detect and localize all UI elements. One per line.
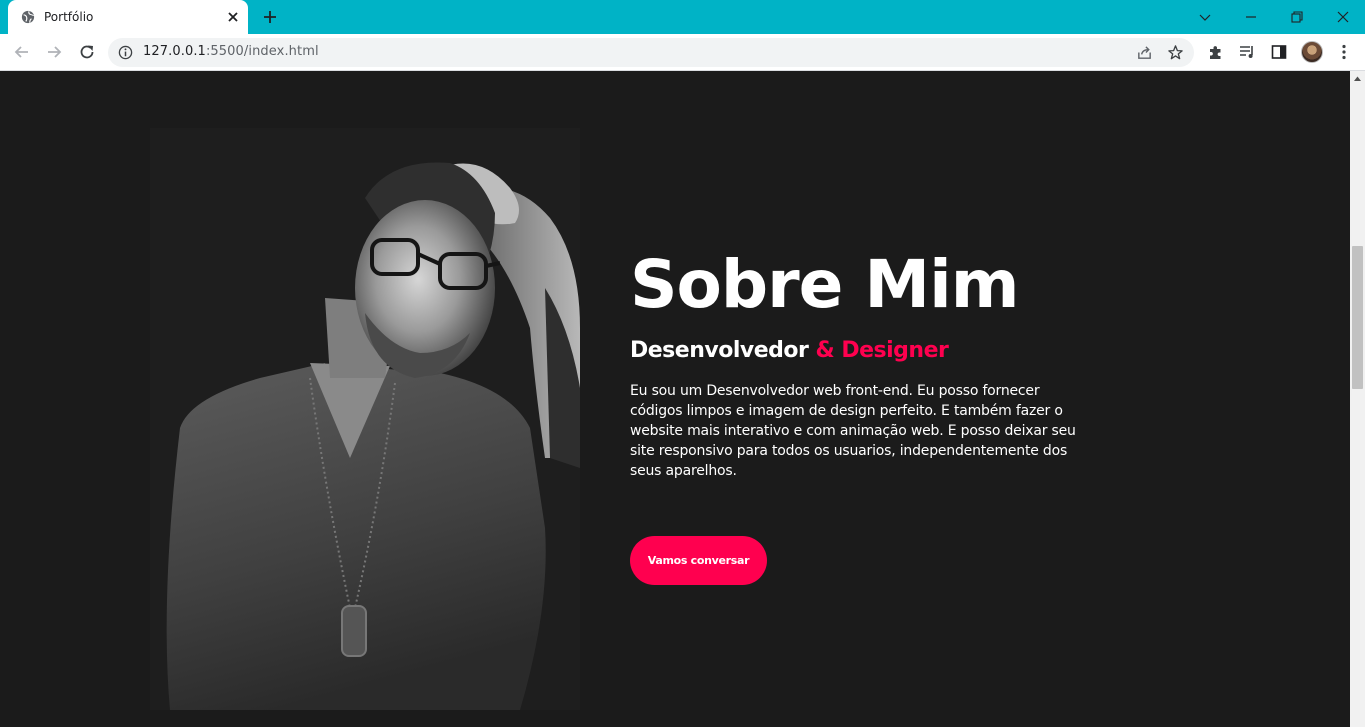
plus-icon[interactable] xyxy=(262,9,278,25)
address-url[interactable]: 127.0.0.1:5500/index.html xyxy=(143,44,319,59)
page-scrollbar[interactable] xyxy=(1350,71,1365,727)
minimize-icon[interactable] xyxy=(1240,6,1262,28)
subtitle-main: Desenvolvedor xyxy=(630,338,809,363)
back-arrow-icon[interactable] xyxy=(12,42,32,62)
globe-icon xyxy=(21,10,35,24)
extensions-icon[interactable] xyxy=(1207,43,1225,61)
subtitle-accent: & Designer xyxy=(808,338,949,363)
side-panel-icon[interactable] xyxy=(1270,43,1288,61)
contact-button[interactable]: Vamos conversar xyxy=(630,536,767,585)
address-path: :5500/index.html xyxy=(205,44,319,59)
restore-icon[interactable] xyxy=(1286,6,1308,28)
forward-arrow-icon[interactable] xyxy=(44,42,64,62)
about-section: Sobre Mim Desenvolvedor & Designer Eu so… xyxy=(630,241,1090,481)
share-icon[interactable] xyxy=(1136,44,1153,61)
about-heading: Sobre Mim xyxy=(630,246,1019,323)
tab-title: Portfólio xyxy=(44,10,94,24)
scroll-up-arrow-icon[interactable] xyxy=(1353,74,1362,83)
profile-avatar[interactable] xyxy=(1301,41,1323,63)
window-close-icon[interactable] xyxy=(1332,6,1354,28)
page-viewport: Sobre Mim Desenvolvedor & Designer Eu so… xyxy=(0,71,1350,727)
scrollbar-thumb[interactable] xyxy=(1352,246,1363,389)
browser-tab[interactable]: Portfólio xyxy=(8,0,248,34)
browser-titlebar: Portfólio xyxy=(0,0,1365,34)
chevron-down-icon[interactable] xyxy=(1194,6,1216,28)
about-description: Eu sou um Desenvolvedor web front-end. E… xyxy=(630,383,1076,479)
address-bar[interactable]: 127.0.0.1:5500/index.html xyxy=(108,38,1194,67)
media-icon[interactable] xyxy=(1238,43,1256,61)
about-subtitle: Desenvolvedor & Designer xyxy=(630,337,1090,365)
star-icon[interactable] xyxy=(1167,44,1184,61)
profile-photo xyxy=(150,128,580,710)
info-icon[interactable] xyxy=(118,45,133,60)
browser-toolbar: 127.0.0.1:5500/index.html xyxy=(0,34,1365,71)
close-icon[interactable] xyxy=(226,10,240,24)
reload-icon[interactable] xyxy=(77,42,97,62)
kebab-menu-icon[interactable] xyxy=(1335,43,1353,61)
address-host: 127.0.0.1 xyxy=(143,44,206,59)
